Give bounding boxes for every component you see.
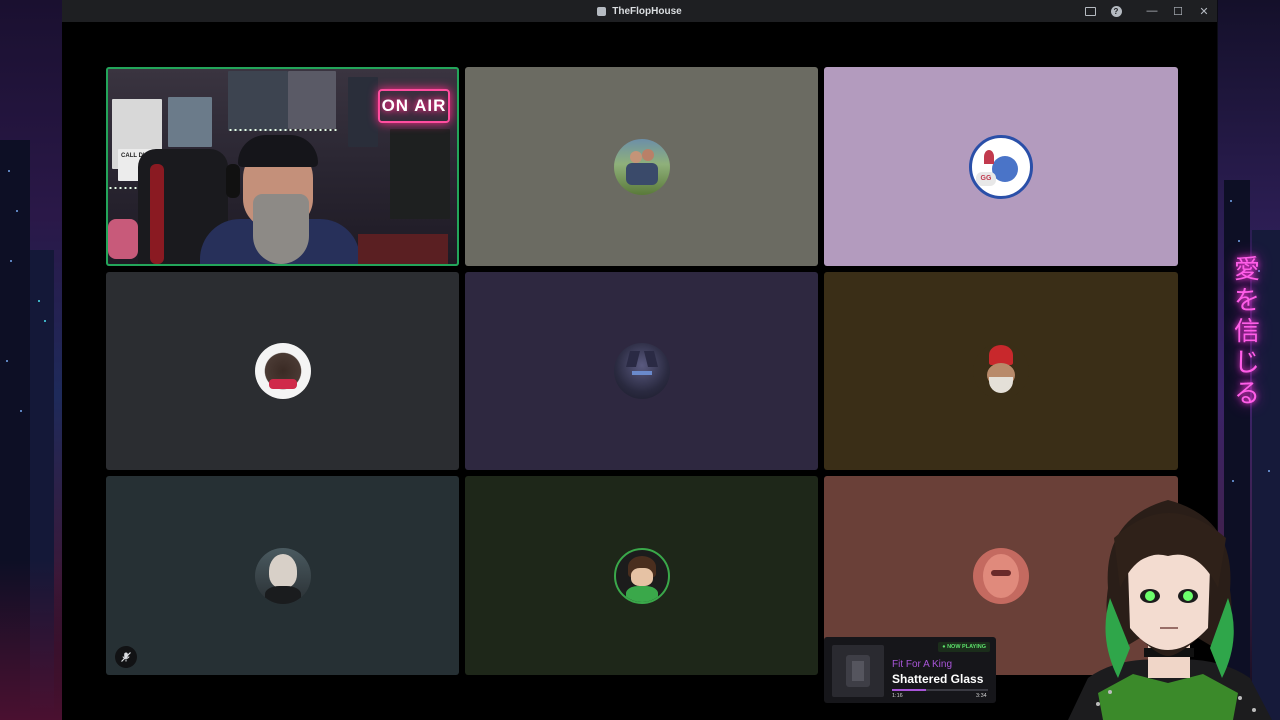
video-tile-stitch[interactable]: GG [824,67,1178,266]
camera-feed: CALL DUTY ON AIR [108,69,457,264]
close-button[interactable]: ✕ [1191,0,1217,22]
user-avatar [973,343,1029,399]
plush [108,219,138,259]
user-avatar: GG [969,134,1033,199]
user-avatar [613,138,670,195]
poster [348,77,378,147]
track-artist: Fit For A King [892,659,953,670]
window-title-text: TheFlopHouse [612,5,682,17]
poster [228,71,288,131]
poster [168,97,212,147]
title-bar: TheFlopHouse ? — ☐ ✕ [62,0,1217,22]
app-icon [597,6,607,16]
chalkboard [390,129,450,219]
minimize-button[interactable]: — [1139,0,1165,22]
video-tile-bald-man[interactable] [106,476,459,675]
window-title: TheFlopHouse [597,5,682,17]
help-button[interactable]: ? [1103,0,1129,22]
user-avatar [613,547,670,604]
album-art [832,645,884,697]
user-avatar [254,547,311,604]
track-progress-fill [892,689,926,691]
anime-character-overlay [1068,500,1272,720]
video-tile-camera[interactable]: CALL DUTY ON AIR [106,67,459,266]
maximize-button[interactable]: ☐ [1165,0,1191,22]
desktop: 愛を信じる TheFlopHouse ? — ☐ ✕ CALL DUTY ON … [0,0,1280,720]
neon-sign: 愛を信じる [1233,255,1260,409]
video-tile-round-logo[interactable] [106,272,459,470]
user-avatar [613,343,670,399]
mic-off-icon [121,652,131,662]
muted-indicator [115,646,137,668]
track-elapsed: 1:16 [892,693,903,699]
poster [288,71,336,129]
help-icon: ? [1110,5,1122,17]
track-duration: 3:34 [976,693,987,699]
video-tile-dark-wolf[interactable] [465,272,818,470]
now-playing-badge: ● NOW PLAYING [938,642,990,652]
minimize-icon: — [1146,5,1158,17]
on-air-sign: ON AIR [378,89,450,123]
track-progress-bar [892,689,988,691]
now-playing-widget: ● NOW PLAYING Fit For A King Shattered G… [824,637,996,703]
user-avatar [254,343,311,399]
maximize-icon: ☐ [1173,5,1183,18]
video-tile-park-couple[interactable] [465,67,818,266]
close-icon: ✕ [1199,5,1209,18]
chair-stripe [150,164,164,264]
person-beanie [238,135,318,167]
inbox-button[interactable] [1077,0,1103,22]
headphones [226,164,240,198]
person-beard [253,194,309,264]
window-controls: ? — ☐ ✕ [1077,0,1217,22]
track-title: Shattered Glass [892,672,984,686]
wallpaper-left [0,0,62,720]
inbox-icon [1084,6,1096,16]
string-lights [228,129,338,131]
user-avatar [973,547,1029,604]
video-tile-green-kid[interactable] [465,476,818,675]
desk [358,234,448,264]
video-tile-red-hat[interactable] [824,272,1178,470]
